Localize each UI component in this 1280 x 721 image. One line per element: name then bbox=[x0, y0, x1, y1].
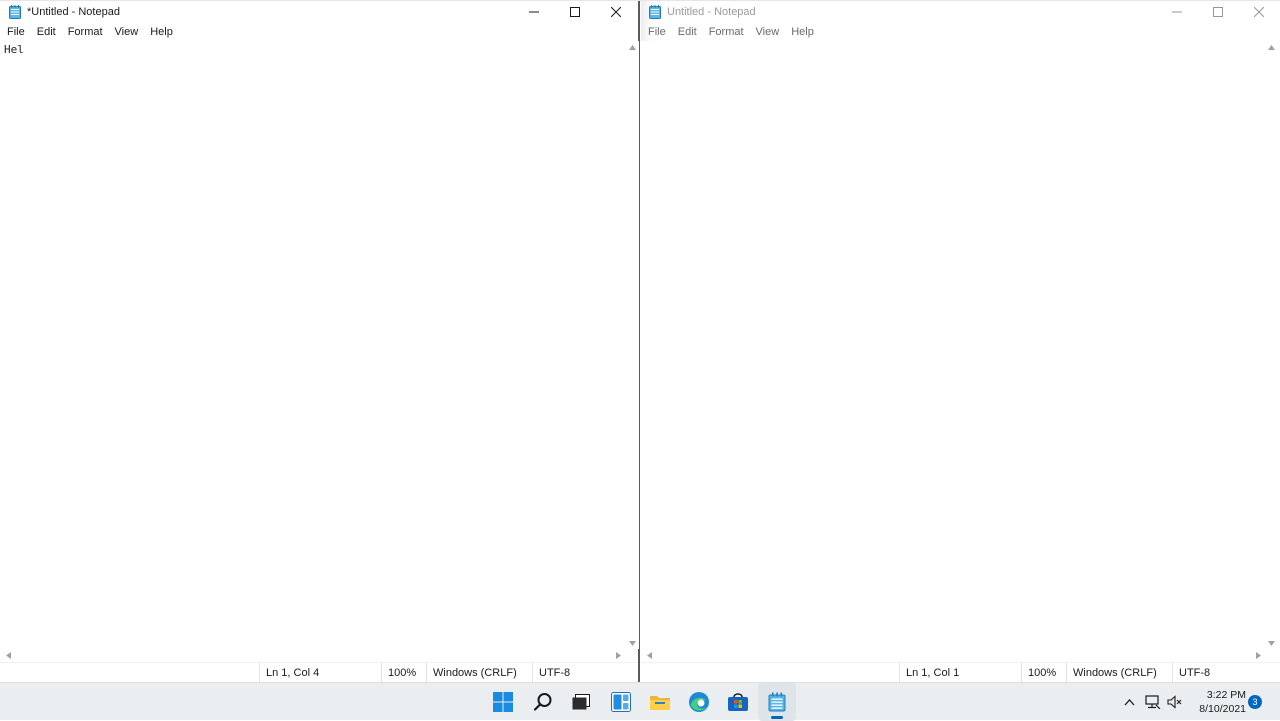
task-view-button[interactable] bbox=[562, 683, 600, 721]
status-zoom: 100% bbox=[381, 663, 416, 683]
minimize-button[interactable] bbox=[1156, 0, 1197, 24]
status-zoom: 100% bbox=[1021, 663, 1056, 683]
scroll-right-arrow-icon[interactable] bbox=[1252, 649, 1264, 662]
close-button[interactable] bbox=[1238, 0, 1279, 24]
menu-view[interactable]: View bbox=[109, 24, 145, 41]
minimize-button[interactable] bbox=[513, 0, 554, 24]
start-button[interactable] bbox=[484, 683, 522, 721]
notepad-app-icon[interactable] bbox=[649, 5, 661, 19]
horizontal-scrollbar[interactable] bbox=[641, 649, 1266, 662]
system-clock[interactable]: 3:22 PM 8/10/2021 bbox=[1190, 688, 1246, 716]
network-button[interactable] bbox=[1143, 683, 1163, 721]
editor-content[interactable]: Hel bbox=[4, 43, 24, 56]
menu-help[interactable]: Help bbox=[785, 24, 820, 41]
menu-format[interactable]: Format bbox=[62, 24, 109, 41]
task-view-icon bbox=[572, 694, 590, 710]
notepad-icon bbox=[768, 692, 786, 712]
status-cursor-position: Ln 1, Col 4 bbox=[259, 663, 319, 683]
taskbar: 3:22 PM 8/10/2021 3 bbox=[0, 682, 1280, 721]
start-icon bbox=[493, 692, 513, 712]
store-icon bbox=[728, 693, 748, 711]
status-bar: Ln 1, Col 1 100% Windows (CRLF) UTF-8 bbox=[641, 662, 1280, 683]
scroll-left-arrow-icon[interactable] bbox=[2, 649, 14, 662]
scroll-up-arrow-icon[interactable] bbox=[626, 41, 639, 53]
menu-format[interactable]: Format bbox=[703, 24, 750, 41]
horizontal-scrollbar[interactable] bbox=[0, 649, 626, 662]
scroll-down-arrow-icon[interactable] bbox=[626, 637, 639, 649]
file-explorer-icon bbox=[650, 696, 670, 710]
clock-time: 3:22 PM bbox=[1206, 689, 1246, 701]
maximize-button[interactable] bbox=[554, 0, 595, 24]
search-button[interactable] bbox=[524, 683, 562, 721]
status-bar: Ln 1, Col 4 100% Windows (CRLF) UTF-8 bbox=[0, 662, 638, 683]
scroll-right-arrow-icon[interactable] bbox=[612, 649, 624, 662]
volume-muted-icon bbox=[1167, 695, 1182, 709]
scroll-down-arrow-icon[interactable] bbox=[1265, 637, 1278, 649]
minimize-icon bbox=[1171, 11, 1182, 13]
store-button[interactable] bbox=[719, 683, 757, 721]
clock-date: 8/10/2021 bbox=[1199, 703, 1246, 715]
active-app-indicator bbox=[771, 716, 783, 719]
show-hidden-icons-button[interactable] bbox=[1119, 683, 1139, 721]
close-icon bbox=[610, 7, 621, 17]
close-button[interactable] bbox=[595, 0, 636, 24]
menu-edit[interactable]: Edit bbox=[672, 24, 703, 41]
search-icon bbox=[533, 693, 552, 711]
notepad-window-right[interactable]: Untitled - Notepad File Edit Format View… bbox=[641, 0, 1280, 683]
menu-file[interactable]: File bbox=[642, 24, 672, 41]
minimize-icon bbox=[528, 11, 539, 13]
vertical-scrollbar[interactable] bbox=[1265, 41, 1278, 649]
file-explorer-button[interactable] bbox=[641, 683, 679, 721]
menu-bar: File Edit Format View Help bbox=[641, 24, 1280, 41]
title-bar[interactable]: Untitled - Notepad bbox=[641, 0, 1280, 24]
maximize-icon bbox=[569, 7, 580, 17]
vertical-scrollbar[interactable] bbox=[626, 41, 639, 649]
desktop: *Untitled - Notepad File Edit Format Vie… bbox=[0, 0, 1280, 721]
chevron-up-icon bbox=[1124, 698, 1134, 705]
window-title: Untitled - Notepad bbox=[667, 6, 756, 18]
status-cursor-position: Ln 1, Col 1 bbox=[899, 663, 959, 683]
menu-file[interactable]: File bbox=[1, 24, 31, 41]
window-title: *Untitled - Notepad bbox=[27, 6, 120, 18]
notification-badge[interactable]: 3 bbox=[1248, 695, 1262, 709]
text-editor[interactable] bbox=[641, 41, 1266, 649]
status-line-ending: Windows (CRLF) bbox=[426, 663, 517, 683]
network-icon bbox=[1145, 695, 1161, 709]
status-line-ending: Windows (CRLF) bbox=[1066, 663, 1157, 683]
notepad-taskbar-button[interactable] bbox=[758, 683, 796, 721]
menu-edit[interactable]: Edit bbox=[31, 24, 62, 41]
menu-bar: File Edit Format View Help bbox=[0, 24, 638, 41]
widgets-button[interactable] bbox=[602, 683, 640, 721]
scroll-left-arrow-icon[interactable] bbox=[643, 649, 655, 662]
scroll-up-arrow-icon[interactable] bbox=[1265, 41, 1278, 53]
volume-button[interactable] bbox=[1165, 683, 1185, 721]
status-encoding: UTF-8 bbox=[532, 663, 570, 683]
title-bar[interactable]: *Untitled - Notepad bbox=[0, 0, 638, 24]
text-editor[interactable]: Hel bbox=[0, 41, 626, 649]
notepad-app-icon[interactable] bbox=[9, 5, 21, 19]
edge-button[interactable] bbox=[680, 683, 718, 721]
menu-help[interactable]: Help bbox=[144, 24, 179, 41]
maximize-icon bbox=[1212, 7, 1223, 17]
close-icon bbox=[1253, 7, 1264, 17]
screen-top-edge bbox=[0, 0, 1280, 1]
maximize-button[interactable] bbox=[1197, 0, 1238, 24]
notepad-window-left[interactable]: *Untitled - Notepad File Edit Format Vie… bbox=[0, 0, 640, 683]
status-encoding: UTF-8 bbox=[1172, 663, 1210, 683]
menu-view[interactable]: View bbox=[750, 24, 786, 41]
widgets-icon bbox=[611, 692, 631, 712]
edge-icon bbox=[689, 692, 709, 712]
